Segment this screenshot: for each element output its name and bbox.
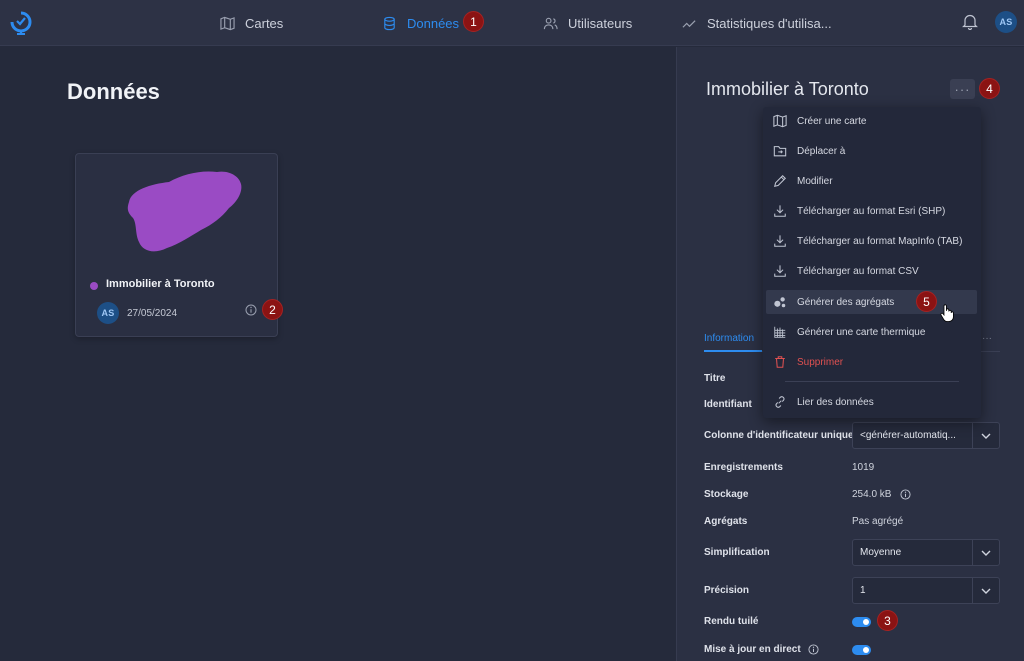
pencil-icon bbox=[774, 175, 786, 187]
menu-item-lier-donnees[interactable]: Lier des données bbox=[766, 390, 977, 414]
menu-item-modifier[interactable]: Modifier bbox=[766, 169, 977, 193]
chevron-down-icon bbox=[972, 578, 999, 603]
menu-item-creer-carte[interactable]: Créer une carte bbox=[766, 109, 977, 133]
menu-item-label: Télécharger au format MapInfo (TAB) bbox=[797, 235, 963, 247]
page-title: Données bbox=[67, 79, 160, 104]
field-precision-label: Précision bbox=[704, 585, 750, 596]
menu-separator bbox=[785, 381, 959, 382]
menu-item-carte-thermique[interactable]: Générer une carte thermique bbox=[766, 320, 977, 344]
field-simplification-label: Simplification bbox=[704, 547, 770, 558]
tab-information[interactable]: Information bbox=[704, 333, 754, 344]
precision-select-value: 1 bbox=[860, 585, 866, 596]
nav-donnees[interactable]: Données bbox=[382, 13, 459, 33]
more-options-button[interactable]: ··· bbox=[950, 79, 975, 99]
download-icon bbox=[774, 265, 786, 277]
menu-item-label: Télécharger au format Esri (SHP) bbox=[797, 205, 946, 217]
folder-move-icon bbox=[773, 146, 787, 157]
field-agregats-label: Agrégats bbox=[704, 516, 748, 527]
field-rendu-label: Rendu tuilé bbox=[704, 616, 759, 627]
chevron-down-icon bbox=[972, 423, 999, 448]
nav-cartes[interactable]: Cartes bbox=[220, 13, 283, 33]
map-icon bbox=[220, 16, 235, 30]
menu-item-label: Supprimer bbox=[797, 356, 844, 368]
top-navigation-bar: Cartes Données Utilisateurs Statistiques… bbox=[0, 0, 1024, 46]
tab-active-indicator bbox=[704, 350, 762, 352]
field-titre-label: Titre bbox=[704, 373, 726, 384]
menu-item-label: Télécharger au format CSV bbox=[797, 265, 919, 277]
download-icon bbox=[774, 235, 786, 247]
users-icon bbox=[543, 17, 558, 29]
menu-item-label: Créer une carte bbox=[797, 115, 867, 127]
tab-more-icon[interactable]: ··· bbox=[982, 333, 992, 344]
chevron-down-icon bbox=[972, 540, 999, 565]
field-mise-label: Mise à jour en direct bbox=[704, 644, 801, 655]
menu-item-label: Générer des agrégats bbox=[797, 296, 895, 308]
hand-cursor-icon bbox=[940, 304, 954, 322]
trash-icon bbox=[775, 356, 785, 368]
owner-avatar: AS bbox=[97, 302, 119, 324]
annotation-badge-3: 3 bbox=[877, 610, 898, 631]
rendu-tuile-toggle[interactable] bbox=[852, 617, 871, 627]
app-logo-icon[interactable] bbox=[8, 9, 34, 35]
menu-item-label: Lier des données bbox=[797, 396, 874, 408]
field-agregats-value: Pas agrégé bbox=[852, 516, 904, 527]
nav-label: Données bbox=[407, 15, 460, 31]
menu-item-telecharger-csv[interactable]: Télécharger au format CSV bbox=[766, 259, 977, 283]
menu-item-supprimer[interactable]: Supprimer bbox=[766, 350, 977, 374]
field-enregistrements-label: Enregistrements bbox=[704, 462, 783, 473]
info-icon[interactable] bbox=[900, 489, 911, 500]
field-colonne-label: Colonne d'identificateur unique bbox=[704, 430, 854, 441]
nav-statistiques[interactable]: Statistiques d'utilisa... bbox=[682, 13, 832, 33]
user-avatar[interactable]: AS bbox=[995, 11, 1017, 33]
field-enregistrements-value: 1019 bbox=[852, 462, 875, 473]
menu-item-label: Modifier bbox=[797, 175, 833, 187]
database-icon bbox=[384, 16, 395, 30]
info-icon[interactable] bbox=[808, 644, 819, 655]
bell-icon[interactable] bbox=[962, 13, 978, 30]
nav-label: Cartes bbox=[245, 15, 284, 31]
annotation-badge-5: 5 bbox=[916, 291, 937, 312]
download-icon bbox=[774, 205, 786, 217]
annotation-badge-2: 2 bbox=[262, 299, 283, 320]
menu-item-label: Déplacer à bbox=[797, 145, 846, 157]
panel-title: Immobilier à Toronto bbox=[706, 79, 869, 99]
menu-item-telecharger-tab[interactable]: Télécharger au format MapInfo (TAB) bbox=[766, 229, 977, 253]
grid-icon bbox=[774, 326, 786, 338]
menu-item-telecharger-shp[interactable]: Télécharger au format Esri (SHP) bbox=[766, 199, 977, 223]
field-stockage-value: 254.0 kB bbox=[852, 489, 892, 500]
dataset-card[interactable]: Immobilier à Toronto AS 27/05/2024 bbox=[75, 153, 278, 337]
annotation-badge-4: 4 bbox=[979, 78, 1000, 99]
map-icon bbox=[773, 114, 787, 128]
link-icon bbox=[775, 396, 785, 408]
dataset-color-dot bbox=[90, 282, 98, 290]
nav-label: Statistiques d'utilisa... bbox=[707, 15, 832, 31]
dataset-title: Immobilier à Toronto bbox=[106, 278, 215, 290]
nav-utilisateurs[interactable]: Utilisateurs bbox=[543, 13, 632, 33]
info-icon[interactable] bbox=[245, 304, 257, 316]
colonne-select-value: <générer-automatiq... bbox=[860, 430, 956, 441]
field-stockage-label: Stockage bbox=[704, 489, 749, 500]
chart-line-icon bbox=[682, 19, 696, 28]
menu-item-label: Générer une carte thermique bbox=[797, 326, 926, 338]
mise-a-jour-toggle[interactable] bbox=[852, 645, 871, 655]
dataset-thumbnail bbox=[127, 171, 242, 252]
simplification-select[interactable]: Moyenne bbox=[852, 539, 1000, 566]
annotation-badge-1: 1 bbox=[463, 11, 484, 32]
menu-item-deplacer[interactable]: Déplacer à bbox=[766, 139, 977, 163]
field-identifiant-label: Identifiant bbox=[704, 399, 752, 410]
bubbles-icon bbox=[774, 297, 786, 308]
actions-menu: Créer une carte Déplacer à Modifier Télé… bbox=[763, 107, 981, 418]
precision-select[interactable]: 1 bbox=[852, 577, 1000, 604]
nav-label: Utilisateurs bbox=[568, 15, 633, 31]
simplification-select-value: Moyenne bbox=[860, 547, 902, 558]
colonne-select[interactable]: <générer-automatiq... bbox=[852, 422, 1000, 449]
dataset-date: 27/05/2024 bbox=[127, 308, 178, 319]
